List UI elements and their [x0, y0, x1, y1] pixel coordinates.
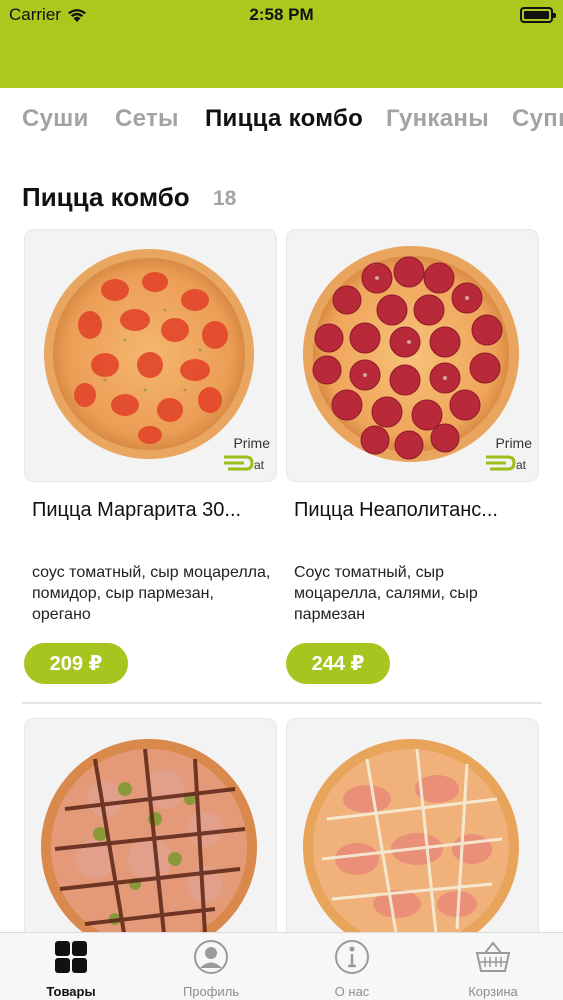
- grid-icon: [55, 941, 87, 973]
- product-image[interactable]: Prime at: [24, 229, 277, 482]
- battery-icon: [520, 7, 556, 23]
- section-count: 18: [213, 187, 237, 210]
- product-image[interactable]: Prime at: [286, 229, 539, 482]
- tab-gunkany[interactable]: Гунканы: [386, 105, 489, 133]
- product-name[interactable]: Пицца Неаполитанс...: [294, 497, 534, 523]
- basket-icon: [475, 941, 511, 972]
- pizza-bbq-image: [41, 739, 257, 955]
- bottom-tab-bar: Товары Профиль О нас Корзина: [0, 932, 563, 1000]
- divider: [22, 702, 542, 704]
- svg-text:at: at: [516, 458, 527, 472]
- category-tabs[interactable]: Суши Сеты Пицца комбо Гунканы Супы: [0, 88, 563, 150]
- tabbar-label: Корзина: [468, 984, 518, 999]
- profile-icon: [194, 940, 228, 974]
- pizza-ham-image: [303, 739, 519, 955]
- prime-eat-logo: Prime at: [220, 435, 270, 475]
- section-title: Пицца комбо: [22, 182, 190, 212]
- prime-eat-logo: Prime at: [482, 435, 532, 475]
- tabbar-label: Профиль: [182, 984, 240, 999]
- product-name[interactable]: Пицца Маргарита 30...: [32, 497, 272, 523]
- tabbar-label: Товары: [46, 984, 96, 999]
- eat-logo-icon: at: [486, 455, 527, 472]
- tabbar-item-profile[interactable]: Профиль: [161, 939, 261, 999]
- tabbar-item-about[interactable]: О нас: [302, 939, 402, 999]
- price-button[interactable]: 244 ₽: [286, 643, 390, 684]
- app-header: Carrier 2:58 PM: [0, 0, 563, 88]
- tab-soups[interactable]: Супы: [512, 105, 563, 133]
- tabbar-item-products[interactable]: Товары: [21, 939, 121, 999]
- tab-sets[interactable]: Сеты: [115, 105, 179, 133]
- eat-logo-icon: at: [224, 455, 265, 472]
- tab-pizza-combo[interactable]: Пицца комбо: [205, 105, 363, 133]
- price-button[interactable]: 209 ₽: [24, 643, 128, 684]
- tab-sushi[interactable]: Суши: [22, 105, 89, 133]
- info-icon: [335, 940, 369, 974]
- product-description: Соус томатный, сыр моцарелла, салями, сы…: [294, 564, 478, 623]
- product-description: соус томатный, сыр моцарелла, помидор, с…: [32, 564, 271, 623]
- tabbar-label: О нас: [334, 984, 370, 999]
- svg-text:at: at: [254, 458, 265, 472]
- tabbar-item-cart[interactable]: Корзина: [443, 939, 543, 999]
- product-image[interactable]: [286, 718, 539, 958]
- status-bar: Carrier 2:58 PM: [0, 0, 563, 30]
- product-image[interactable]: [24, 718, 277, 958]
- clock: 2:58 PM: [249, 5, 314, 24]
